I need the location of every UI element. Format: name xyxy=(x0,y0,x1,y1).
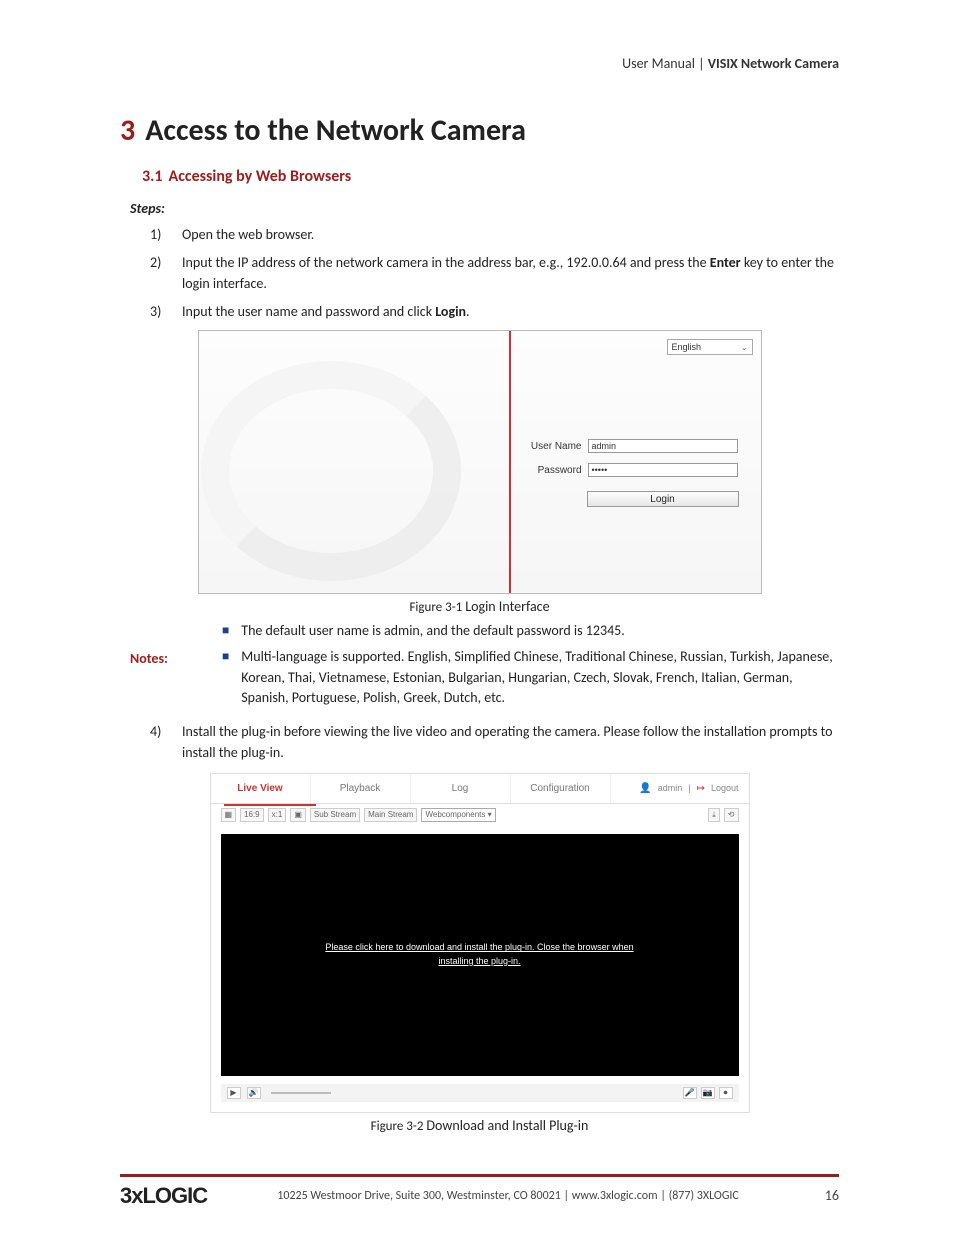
video-area: Please click here to download and instal… xyxy=(221,834,739,1076)
page-number: 16 xyxy=(809,1187,839,1204)
component-dropdown[interactable]: Webcomponents ▾ xyxy=(421,808,495,822)
plugin-download-link[interactable]: Please click here to download and instal… xyxy=(325,941,633,968)
user-area: 👤 admin | ↦ Logout xyxy=(629,774,748,803)
aspect-button[interactable]: x:1 xyxy=(268,808,287,822)
divider xyxy=(509,331,511,593)
password-label: Password xyxy=(524,465,582,476)
layout-button[interactable]: ▣ xyxy=(290,808,306,822)
step-2: 2) Input the IP address of the network c… xyxy=(150,253,839,294)
notes-label: Notes: xyxy=(130,621,194,714)
header-left: User Manual xyxy=(622,55,695,72)
current-user: admin xyxy=(658,783,683,793)
figure-plugin-interface: Live View Playback Log Configuration 👤 a… xyxy=(210,773,750,1113)
note-item: ■Multi-language is supported. English, S… xyxy=(194,647,839,708)
step-4: 4) Install the plug-in before viewing th… xyxy=(150,722,839,763)
tab-log[interactable]: Log xyxy=(411,774,511,803)
page-header: User Manual | VISIX Network Camera xyxy=(120,55,839,72)
username-input[interactable]: admin xyxy=(588,439,738,453)
audio-icon[interactable]: 🔊 xyxy=(247,1087,261,1099)
mic-icon[interactable]: 🎤 xyxy=(683,1087,697,1099)
brand-logo: 3xLOGIC xyxy=(120,1183,207,1209)
decorative-graphic xyxy=(201,361,461,581)
chevron-down-icon: ⌄ xyxy=(741,343,748,352)
play-icon[interactable]: ▶ xyxy=(227,1087,241,1099)
bullet-icon: ■ xyxy=(222,647,229,708)
record-icon[interactable]: ⏺ xyxy=(719,1087,733,1099)
main-stream-button[interactable]: Main Stream xyxy=(364,808,417,822)
snapshot-icon[interactable]: 📷 xyxy=(701,1087,715,1099)
language-dropdown[interactable]: English ⌄ xyxy=(667,339,753,355)
tab-playback[interactable]: Playback xyxy=(311,774,411,803)
figure-1-caption: Figure 3-1 Login Interface xyxy=(120,598,839,615)
password-input[interactable]: ••••• xyxy=(588,463,738,477)
live-view-toolbar: ▦ 16:9 x:1 ▣ Sub Stream Main Stream Webc… xyxy=(211,804,749,826)
figure-2-caption: Figure 3-2 Download and Install Plug-in xyxy=(120,1117,839,1134)
chapter-number: 3 xyxy=(120,112,135,149)
section-number: 3.1 xyxy=(142,167,163,186)
figure-login-interface: English ⌄ User Name admin Password •••••… xyxy=(198,330,762,594)
header-product: VISIX Network Camera xyxy=(708,55,839,72)
footer-address: 10225 Westmoor Drive, Suite 300, Westmin… xyxy=(207,1189,809,1203)
active-tab-indicator xyxy=(224,804,316,806)
download-icon[interactable]: ⤓ xyxy=(708,808,720,822)
login-button[interactable]: Login xyxy=(587,491,739,507)
aspect-button[interactable]: 16:9 xyxy=(240,808,264,822)
username-label: User Name xyxy=(524,441,582,452)
layout-button[interactable]: ▦ xyxy=(221,808,237,822)
player-controls: ▶ 🔊 🎤 📷 ⏺ xyxy=(221,1084,739,1102)
tab-configuration[interactable]: Configuration xyxy=(511,774,611,803)
ptz-icon[interactable]: ⟲ xyxy=(724,808,739,822)
note-item: ■The default user name is admin, and the… xyxy=(194,621,839,641)
user-icon: 👤 xyxy=(639,783,651,794)
volume-slider[interactable] xyxy=(271,1092,331,1094)
sub-stream-button[interactable]: Sub Stream xyxy=(310,808,360,822)
steps-label: Steps: xyxy=(130,200,839,217)
footer-rule xyxy=(120,1174,839,1177)
section-title: 3.1Accessing by Web Browsers xyxy=(142,167,839,186)
bullet-icon: ■ xyxy=(222,621,229,641)
logout-link[interactable]: Logout xyxy=(711,783,739,793)
chapter-title: 3Access to the Network Camera xyxy=(120,112,839,149)
logout-icon: ↦ xyxy=(697,783,705,794)
step-3: 3) Input the user name and password and … xyxy=(150,302,839,322)
step-1: 1) Open the web browser. xyxy=(150,225,839,245)
tab-live-view[interactable]: Live View xyxy=(211,774,311,803)
